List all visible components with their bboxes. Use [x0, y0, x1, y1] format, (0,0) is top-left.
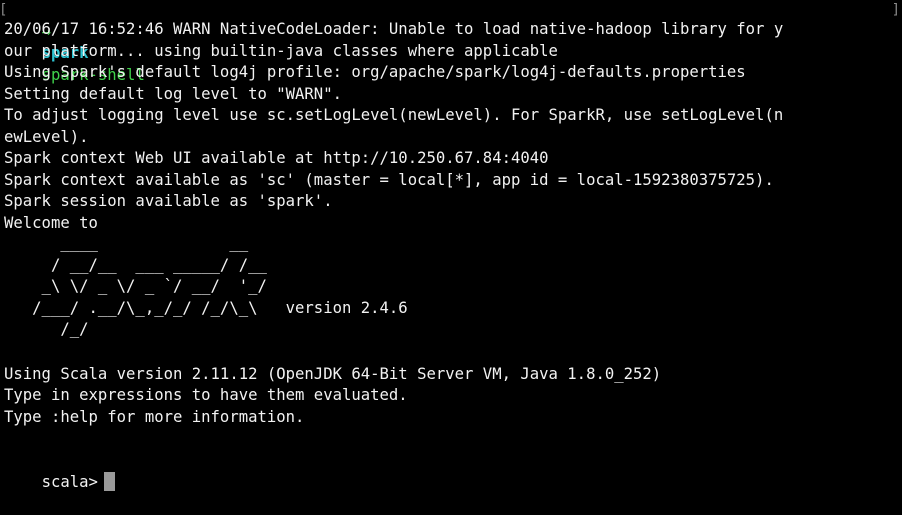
- output-line: our platform... using builtin-java class…: [4, 41, 558, 60]
- output-line: Setting default log level to "WARN".: [4, 84, 342, 103]
- text-cursor[interactable]: [103, 471, 115, 491]
- output-line: Using Spark's default log4j profile: org…: [4, 63, 746, 81]
- terminal-window[interactable]: → spark spark-shell [ ] 20/06/17 16:52:4…: [0, 0, 902, 491]
- output-line: Spark context Web UI available at http:/…: [4, 149, 549, 167]
- output-line: Welcome to: [4, 213, 98, 232]
- output-line: Type in expressions to have them evaluat…: [4, 386, 408, 404]
- output-line: Type :help for more information.: [4, 407, 305, 426]
- scala-prompt-label: scala>: [41, 472, 98, 491]
- output-line: Spark context available as 'sc' (master …: [4, 170, 774, 189]
- output-line: To adjust logging level use sc.setLogLev…: [4, 106, 784, 124]
- right-bracket-marker: ]: [891, 2, 900, 18]
- output-line: 20/06/17 16:52:46 WARN NativeCodeLoader:…: [4, 20, 784, 38]
- output-line: ewLevel).: [4, 127, 89, 146]
- output-line: Using Scala version 2.11.12 (OpenJDK 64-…: [4, 364, 662, 383]
- scala-prompt-line[interactable]: scala>: [4, 450, 115, 491]
- spark-ascii-logo: ____ __ / __/__ ___ _____/ /__ _\ \/ _ \…: [32, 234, 408, 338]
- output-line: Spark session available as 'spark'.: [4, 192, 333, 210]
